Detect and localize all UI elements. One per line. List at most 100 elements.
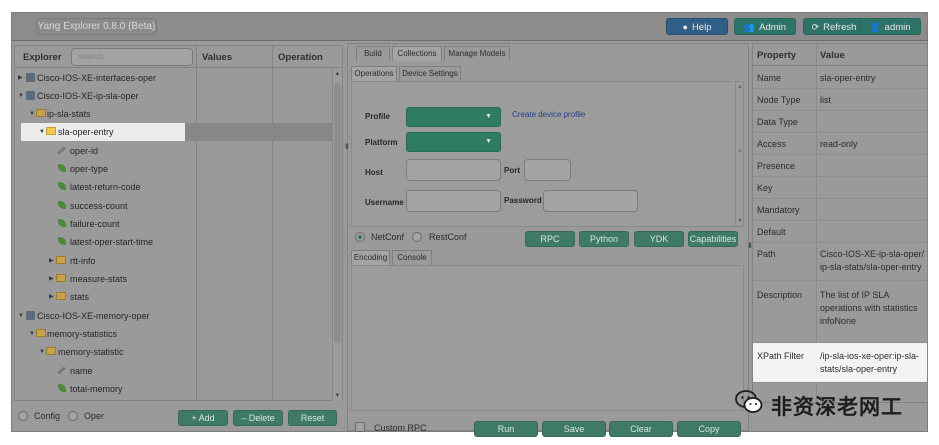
- leaf-icon: [58, 164, 66, 172]
- platform-label: Platform: [365, 138, 398, 147]
- tab-encoding[interactable]: Encoding: [351, 250, 390, 265]
- tree-node[interactable]: failure-count: [15, 215, 333, 233]
- platform-select[interactable]: ▼: [406, 132, 501, 152]
- property-value: /ip-sla-ios-xe-oper:ip-sla-stats/sla-ope…: [820, 351, 920, 374]
- refresh-button[interactable]: ⟳ Refresh: [803, 18, 865, 35]
- collapsed-arrow-icon[interactable]: ▶: [18, 69, 23, 87]
- tree-node[interactable]: oper-type: [15, 160, 333, 178]
- property-key: Description: [757, 290, 803, 300]
- tree-node[interactable]: total-memory: [15, 380, 333, 398]
- folder-icon: [36, 109, 46, 117]
- delete-button[interactable]: – Delete: [233, 410, 283, 426]
- expanded-arrow-icon[interactable]: ▼: [29, 325, 35, 343]
- rpc-output-area[interactable]: [351, 265, 744, 411]
- list-folder-icon: [46, 347, 56, 355]
- tree-node[interactable]: ▼ memory-statistics: [15, 325, 333, 343]
- reset-button[interactable]: Reset: [288, 410, 337, 426]
- expanded-arrow-icon[interactable]: ▼: [18, 307, 24, 325]
- tree-node-label: failure-count: [70, 219, 120, 229]
- config-radio[interactable]: [18, 411, 28, 421]
- property-row: Mandatory: [753, 199, 927, 221]
- scroll-down-icon[interactable]: ▼: [736, 218, 744, 224]
- host-input[interactable]: [406, 159, 501, 181]
- custom-rpc-checkbox[interactable]: [355, 422, 365, 432]
- tree-node-label: latest-oper-start-time: [70, 237, 154, 247]
- tab-build[interactable]: Build: [356, 46, 390, 61]
- admin-group-button[interactable]: 👥 Admin: [734, 18, 796, 35]
- collapsed-arrow-icon[interactable]: ▶: [49, 288, 54, 306]
- clear-button[interactable]: Clear: [609, 421, 673, 437]
- explorer-scrollbar[interactable]: ▲ ▼: [332, 69, 342, 401]
- tree-node[interactable]: ▼ Cisco-IOS-XE-memory-oper: [15, 307, 333, 325]
- scroll-thumb[interactable]: [334, 83, 341, 343]
- build-panel: Build Collections Manage Models Operatio…: [345, 43, 749, 437]
- property-row: Data Type: [753, 111, 927, 133]
- tree-node[interactable]: latest-return-code: [15, 178, 333, 196]
- capabilities-button[interactable]: Capabilities: [688, 231, 738, 247]
- custom-rpc-label: Custom RPC: [374, 423, 427, 433]
- scroll-up-icon[interactable]: ▲: [333, 69, 342, 79]
- restconf-radio[interactable]: [412, 232, 422, 242]
- expanded-arrow-icon[interactable]: ▼: [39, 343, 45, 361]
- tab-manage-models[interactable]: Manage Models: [444, 46, 510, 61]
- tree-node[interactable]: ▶ rtt-info: [15, 252, 333, 270]
- tab-device-settings[interactable]: Device Settings: [399, 66, 461, 81]
- port-input[interactable]: [524, 159, 571, 181]
- explorer-search-input[interactable]: search: [71, 48, 193, 66]
- tree-node-label: stats: [70, 292, 90, 302]
- values-column-header: Values: [202, 52, 233, 63]
- tree-node[interactable]: name: [15, 362, 333, 380]
- tree-node[interactable]: ▶ measure-stats: [15, 270, 333, 288]
- username-input[interactable]: [406, 190, 501, 212]
- add-button[interactable]: + Add: [178, 410, 228, 426]
- dropdown-caret-icon: ▼: [485, 113, 492, 120]
- splitter-handle-icon[interactable]: ▮: [345, 142, 349, 152]
- tree-node[interactable]: ▼ ip-sla-stats: [15, 105, 333, 123]
- collapsed-arrow-icon[interactable]: ▶: [49, 252, 54, 270]
- user-icon: 👤: [869, 22, 881, 32]
- list-folder-icon: [46, 127, 56, 135]
- copy-button[interactable]: Copy: [677, 421, 741, 437]
- tree-node-label: memory-statistic: [58, 347, 124, 357]
- oper-radio-label: Oper: [84, 411, 105, 421]
- tree-node[interactable]: ▶ stats: [15, 288, 333, 306]
- tab-operations[interactable]: Operations: [351, 66, 397, 81]
- value-column-header: Value: [820, 50, 845, 61]
- password-input[interactable]: [543, 190, 638, 212]
- scroll-up-icon[interactable]: ▲: [736, 84, 744, 90]
- python-button[interactable]: Python: [579, 231, 629, 247]
- watermark-text: 非资深老网工: [771, 395, 903, 419]
- oper-radio[interactable]: [68, 411, 78, 421]
- form-scrollbar[interactable]: ▲ ≡ ▼: [735, 82, 743, 226]
- rpc-button[interactable]: RPC: [525, 231, 575, 247]
- save-button[interactable]: Save: [542, 421, 606, 437]
- tab-collections[interactable]: Collections: [392, 46, 442, 61]
- tree-node[interactable]: oper-id: [15, 142, 333, 160]
- tree-node[interactable]: latest-oper-start-time: [15, 233, 333, 251]
- tab-console[interactable]: Console: [392, 250, 432, 265]
- create-device-profile-link[interactable]: Create device profile: [512, 110, 585, 119]
- app-window: Yang Explorer 0.8.0 (Beta) ● Help 👥 Admin …: [11, 12, 928, 437]
- tree-node[interactable]: ▼ Cisco-IOS-XE-ip-sla-oper: [15, 87, 333, 105]
- tree-node[interactable]: ▶ Cisco-IOS-XE-interfaces-oper: [15, 69, 333, 87]
- expanded-arrow-icon[interactable]: ▼: [39, 123, 45, 141]
- selection-highlight-values: [185, 123, 333, 141]
- device-form: Profile ▼ Create device profile Platform…: [351, 81, 744, 227]
- netconf-radio[interactable]: [355, 232, 365, 242]
- profile-select[interactable]: ▼: [406, 107, 501, 127]
- property-panel: Property Value Name sla-oper-entry Node …: [752, 43, 928, 403]
- tree-node[interactable]: ▼ memory-statistic: [15, 343, 333, 361]
- help-button[interactable]: ● Help: [666, 18, 728, 35]
- scroll-down-icon[interactable]: ▼: [333, 391, 342, 401]
- ydk-button[interactable]: YDK: [634, 231, 684, 247]
- tree-node-label: memory-statistics: [47, 329, 118, 339]
- expanded-arrow-icon[interactable]: ▼: [18, 87, 24, 105]
- tree-node[interactable]: success-count: [15, 197, 333, 215]
- tree-node-selected[interactable]: ▼ sla-oper-entry: [15, 123, 333, 141]
- user-button[interactable]: 👤 admin: [859, 18, 921, 35]
- expanded-arrow-icon[interactable]: ▼: [29, 105, 35, 123]
- run-button[interactable]: Run: [474, 421, 538, 437]
- property-key: Key: [757, 183, 773, 193]
- explorer-panel: Explorer search Values Operation ▶ Cisco…: [14, 45, 343, 401]
- collapsed-arrow-icon[interactable]: ▶: [49, 270, 54, 288]
